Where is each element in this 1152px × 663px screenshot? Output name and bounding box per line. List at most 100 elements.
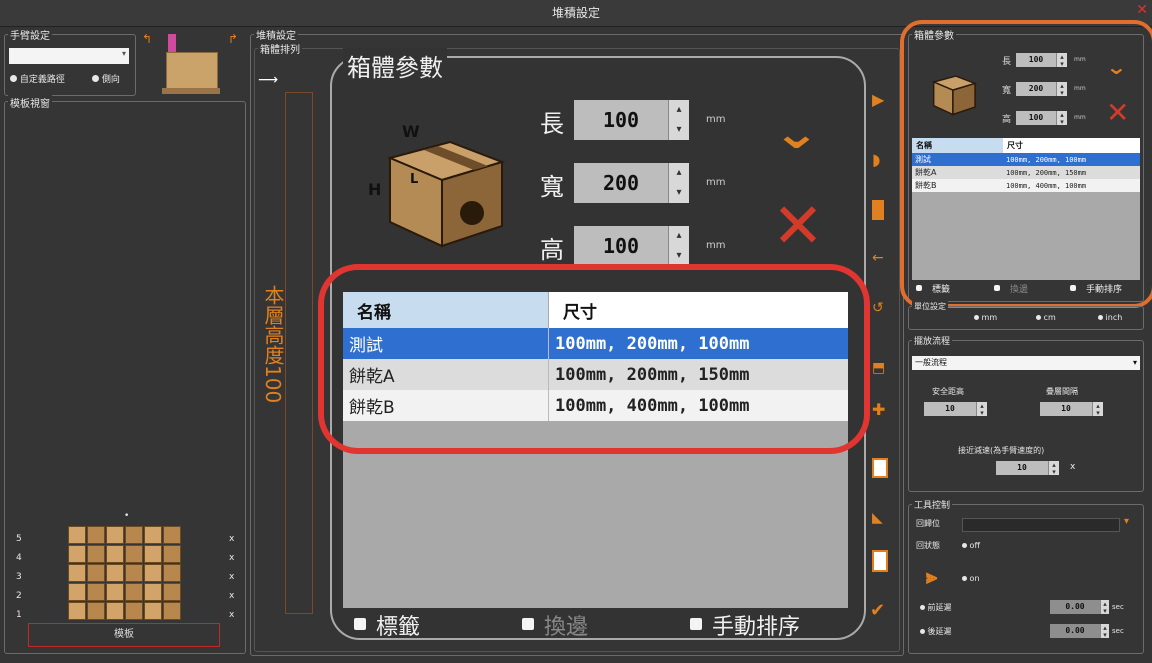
arrow-right-icon[interactable]: ⟶ [258,72,278,88]
template-box [68,526,86,544]
field-spinner[interactable]: ▴ ▾ [668,226,689,266]
field-input[interactable]: 100 [574,226,668,266]
delay1-label: 前延遲 [920,602,952,613]
field-spinner[interactable]: ▴ ▾ [668,163,689,203]
field-label: 高 [540,236,564,264]
template-box [106,564,124,582]
dialog-title: 箱體參數 [343,48,447,83]
row-mark: x [229,610,235,620]
hand-dropdown[interactable]: ▾ [9,48,129,64]
unit-option[interactable]: cm [1036,313,1056,322]
stack-icon[interactable]: ⬒ [872,360,885,376]
template-box [87,583,105,601]
field-label: 長 [540,110,564,138]
undo-icon[interactable]: ↺ [872,300,884,316]
template-box [87,602,105,620]
delete-icon[interactable] [872,550,888,572]
close-icon[interactable]: ✕ [1136,2,1148,18]
template-box [125,545,143,563]
tool-status-label: 回狀態 [916,541,940,550]
edit-icon[interactable]: ◣ [872,510,883,526]
template-box [87,545,105,563]
hand-settings-label: 手臂設定 [8,27,52,42]
unit-label: cm [1043,313,1056,322]
row-label: 1 [16,610,22,620]
unit-option[interactable]: mm [974,313,997,322]
check-icon[interactable]: ✔ [870,600,885,621]
row-label: 4 [16,553,22,563]
opt-custom-path[interactable]: 自定義路徑 [10,72,65,85]
status-off[interactable]: off [962,541,980,550]
box-tool-icon[interactable] [872,200,884,220]
template-box [106,583,124,601]
robot-arm-icon [168,34,176,54]
right-highlight [900,20,1152,308]
delay2-spin[interactable]: ▴ ▾ [1100,624,1109,639]
play-icon[interactable]: ▶ [872,90,884,109]
delay1-input[interactable]: 0.00 [1050,600,1100,614]
template-box [144,564,162,582]
move-icon[interactable]: ✚ [872,400,885,419]
reduce-spin[interactable]: ▴ ▾ [1048,461,1059,476]
row-labels: 5 4 3 2 1 [16,530,22,625]
delay2-text: 後延遲 [927,627,952,636]
window-title: 堆積設定 [551,6,600,20]
stack-group-label: 堆積設定 [254,27,298,42]
field-input[interactable]: 200 [574,163,668,203]
status-on[interactable]: on [962,574,980,583]
checkbox-label: 換邊 [544,615,589,640]
row-label: 2 [16,591,22,601]
template-box [125,564,143,582]
unit-option[interactable]: inch [1098,313,1122,322]
opt-side-label: 側向 [101,75,120,85]
box-image: W L H [368,122,510,253]
template-pallet [68,526,184,622]
checkbox-box[interactable] [522,618,534,630]
flow-value: 一般流程 [915,358,947,367]
template-box [68,583,86,601]
confirm-chevron-icon[interactable]: ⌄ [772,108,820,159]
chevron-down-icon[interactable]: ▾ [1124,516,1129,527]
cancel-x-icon[interactable]: ✕ [772,195,824,257]
template-box [144,583,162,601]
arrow-left-icon[interactable]: ← [872,250,884,266]
dot: • [124,511,130,521]
rotate-icon[interactable]: ◗ [872,150,880,169]
reduce-input[interactable]: 10 [996,461,1048,475]
delay1-spin[interactable]: ▴ ▾ [1100,600,1109,615]
gap-input[interactable]: 10 [1040,402,1092,416]
field-unit: mm [706,114,726,125]
pallet-preview[interactable]: ↰ ↱ [140,30,245,100]
template-box [87,526,105,544]
arrow-right-icon: ↱ [228,32,239,46]
document-icon[interactable] [872,458,888,478]
flow-dropdown[interactable]: 一般流程 ▾ [912,356,1140,370]
delay2-input[interactable]: 0.00 [1050,624,1100,638]
template-box [106,602,124,620]
field-spinner[interactable]: ▴ ▾ [668,100,689,140]
checkbox-box[interactable] [690,618,702,630]
row-mark: x [229,572,235,582]
safe-height-input[interactable]: 10 [924,402,976,416]
reduce-label: 接近減速(為手臂速度的) [958,446,1045,455]
delay1-text: 前延遲 [927,603,952,612]
chevron-down-icon: ▾ [121,49,126,58]
chevron-down-icon: ▾ [1132,358,1137,367]
checkbox-label: 標籤 [376,615,421,640]
template-box [163,564,181,582]
checkbox-box[interactable] [354,618,366,630]
row-mark: x [229,591,235,601]
opt-custom-label: 自定義路徑 [19,75,65,85]
opt-side[interactable]: 側向 [92,72,120,85]
template-box [106,545,124,563]
row-mark: x [229,553,235,563]
template-button[interactable]: 模板 [28,623,220,647]
tool-pos-dropdown[interactable] [962,518,1120,532]
flow-group-label: 擺放流程 [912,334,953,347]
safe-height-spin[interactable]: ▴ ▾ [976,402,987,417]
field-input[interactable]: 100 [574,100,668,140]
template-box [163,545,181,563]
radio-icon [1036,315,1041,320]
unit-label: inch [1105,313,1123,322]
gap-spin[interactable]: ▴ ▾ [1092,402,1103,417]
